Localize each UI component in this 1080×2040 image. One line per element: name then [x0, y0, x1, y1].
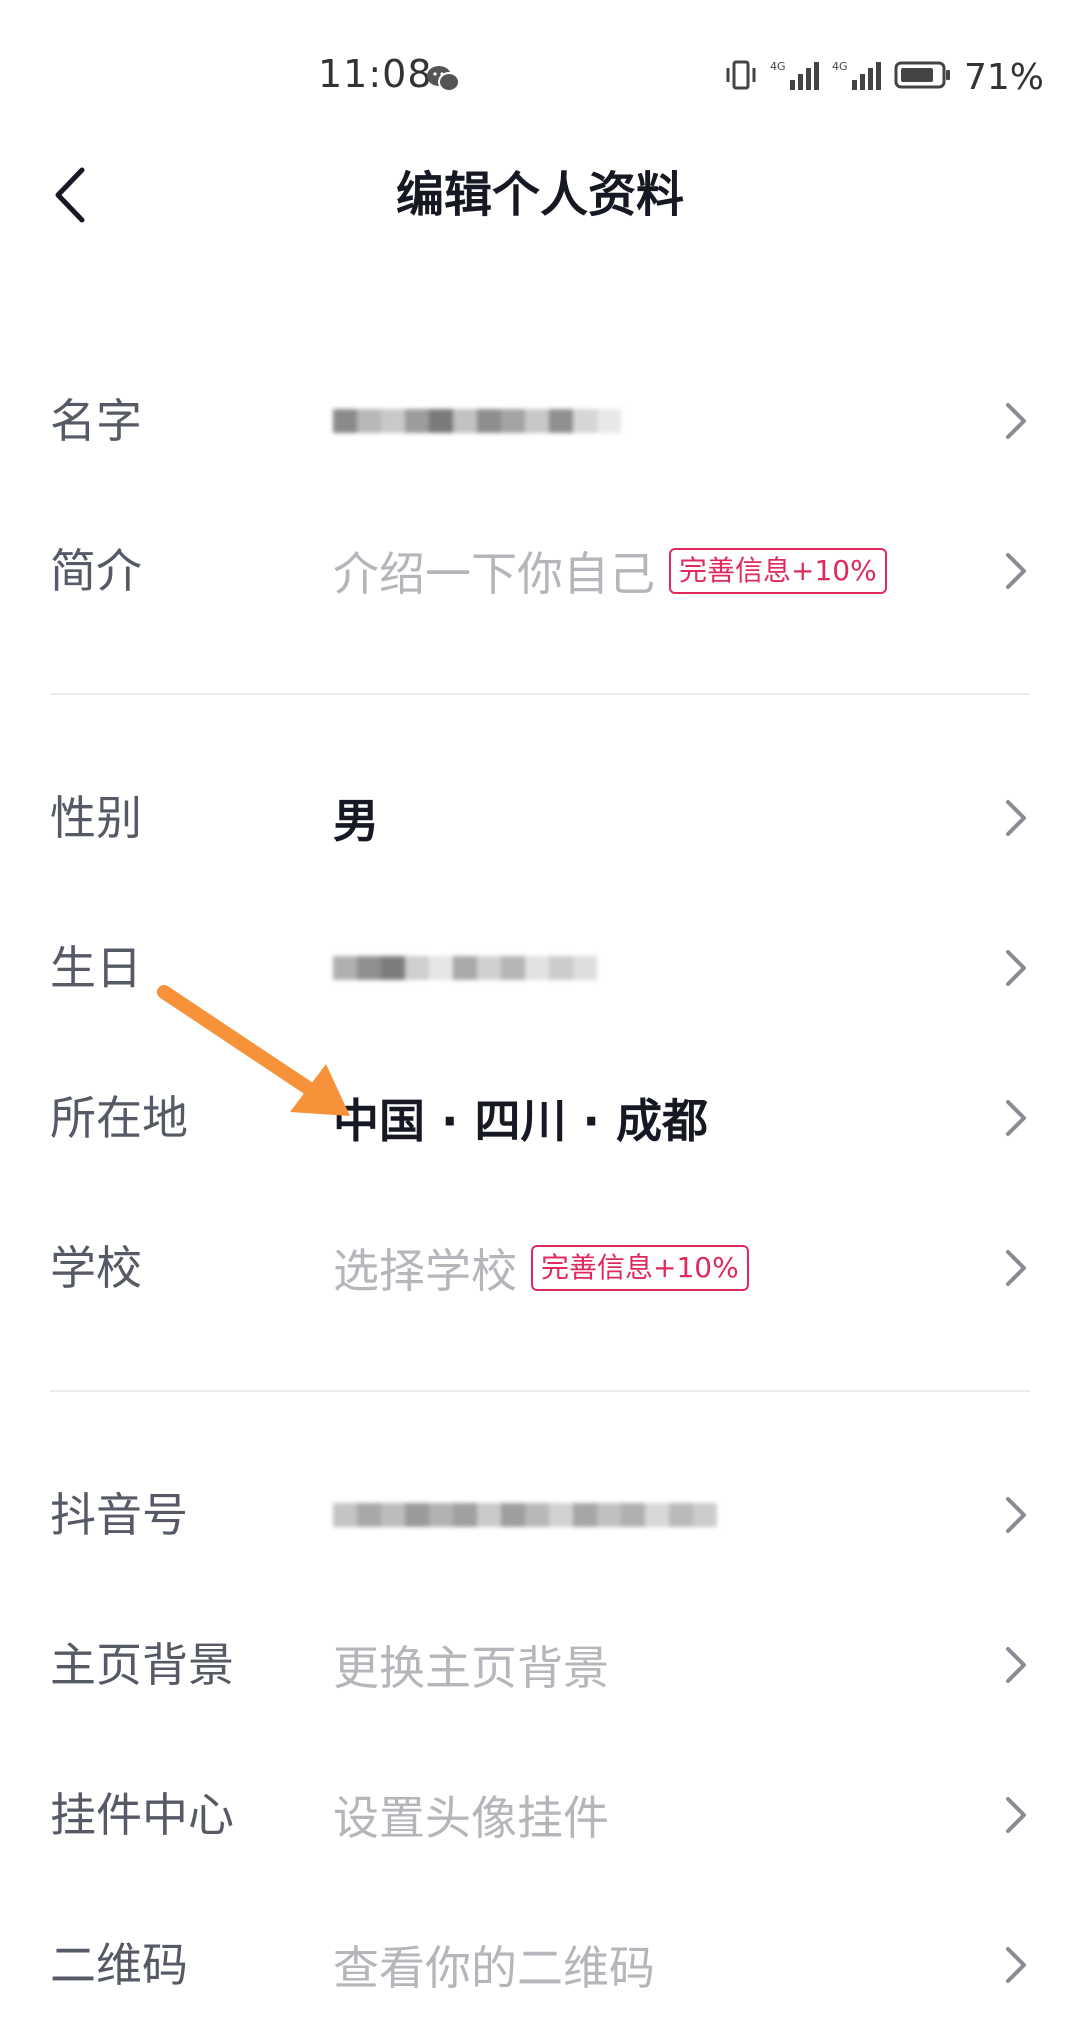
qrcode-placeholder: 查看你的二维码: [333, 1941, 655, 1995]
status-bar: 11:08 4G 4G 71%: [0, 0, 1080, 160]
row-label-douyin-id: 抖音号: [50, 1488, 188, 1542]
row-douyin-id[interactable]: 抖音号: [0, 1440, 1080, 1590]
row-label-bio: 简介: [50, 544, 142, 598]
chevron-right-icon: [1006, 1100, 1026, 1136]
wechat-notification-icon: [426, 64, 460, 94]
redacted-douyin-id: [333, 1480, 717, 1550]
chevron-right-icon: [1006, 1647, 1026, 1683]
chevron-right-icon: [1006, 553, 1026, 589]
status-icons: 4G 4G 71%: [724, 52, 1044, 102]
network-label-1: 4G: [770, 60, 786, 73]
redacted-name: [333, 386, 621, 456]
pendant-placeholder: 设置头像挂件: [333, 1791, 609, 1845]
chevron-right-icon: [1006, 1497, 1026, 1533]
network-label-2: 4G: [832, 60, 848, 73]
section-divider: [50, 693, 1030, 695]
row-bio[interactable]: 简介 介绍一下你自己 完善信息+10%: [0, 496, 1080, 646]
row-background[interactable]: 主页背景 更换主页背景: [0, 1590, 1080, 1740]
school-bonus-tag: 完善信息+10%: [531, 1245, 749, 1291]
chevron-right-icon: [1006, 950, 1026, 986]
chevron-right-icon: [1006, 403, 1026, 439]
row-gender[interactable]: 性别 男: [0, 743, 1080, 893]
row-label-birthday: 生日: [50, 941, 142, 995]
chevron-right-icon: [1006, 1250, 1026, 1286]
school-placeholder: 选择学校: [333, 1244, 517, 1298]
chevron-right-icon: [1006, 1947, 1026, 1983]
bio-bonus-tag: 完善信息+10%: [669, 548, 887, 594]
background-placeholder: 更换主页背景: [333, 1641, 609, 1695]
row-pendant[interactable]: 挂件中心 设置头像挂件: [0, 1740, 1080, 1890]
signal-icon-2: 4G: [832, 58, 882, 96]
birthday-value-redacted: [333, 893, 597, 1043]
redacted-birthday: [333, 933, 597, 1003]
douyin-id-value-redacted: [333, 1440, 717, 1590]
row-label-gender: 性别: [50, 791, 142, 845]
row-label-background: 主页背景: [50, 1638, 234, 1692]
row-school[interactable]: 学校 选择学校 完善信息+10%: [0, 1193, 1080, 1343]
row-label-location: 所在地: [50, 1091, 188, 1145]
row-label-pendant: 挂件中心: [50, 1788, 234, 1842]
section-divider: [50, 1390, 1030, 1392]
row-location[interactable]: 所在地 中国 · 四川 · 成都: [0, 1043, 1080, 1193]
row-name[interactable]: 名字: [0, 346, 1080, 496]
bio-value: 介绍一下你自己 完善信息+10%: [333, 496, 887, 646]
gender-value: 男: [333, 794, 379, 848]
row-label-qrcode: 二维码: [50, 1938, 188, 1992]
school-value: 选择学校 完善信息+10%: [333, 1193, 749, 1343]
signal-icon-1: 4G: [770, 58, 820, 96]
status-time: 11:08: [318, 52, 433, 96]
chevron-right-icon: [1006, 1797, 1026, 1833]
chevron-right-icon: [1006, 800, 1026, 836]
battery-icon: [894, 58, 952, 96]
row-qrcode[interactable]: 二维码 查看你的二维码: [0, 1890, 1080, 2040]
location-value: 中国 · 四川 · 成都: [333, 1094, 709, 1148]
page-title: 编辑个人资料: [395, 167, 684, 223]
battery-percent: 71%: [963, 56, 1044, 98]
vibrate-icon: [724, 58, 758, 96]
row-birthday[interactable]: 生日: [0, 893, 1080, 1043]
bio-placeholder: 介绍一下你自己: [333, 547, 655, 601]
name-value-redacted: [333, 346, 621, 496]
row-label-school: 学校: [50, 1241, 142, 1295]
row-label-name: 名字: [50, 394, 142, 448]
